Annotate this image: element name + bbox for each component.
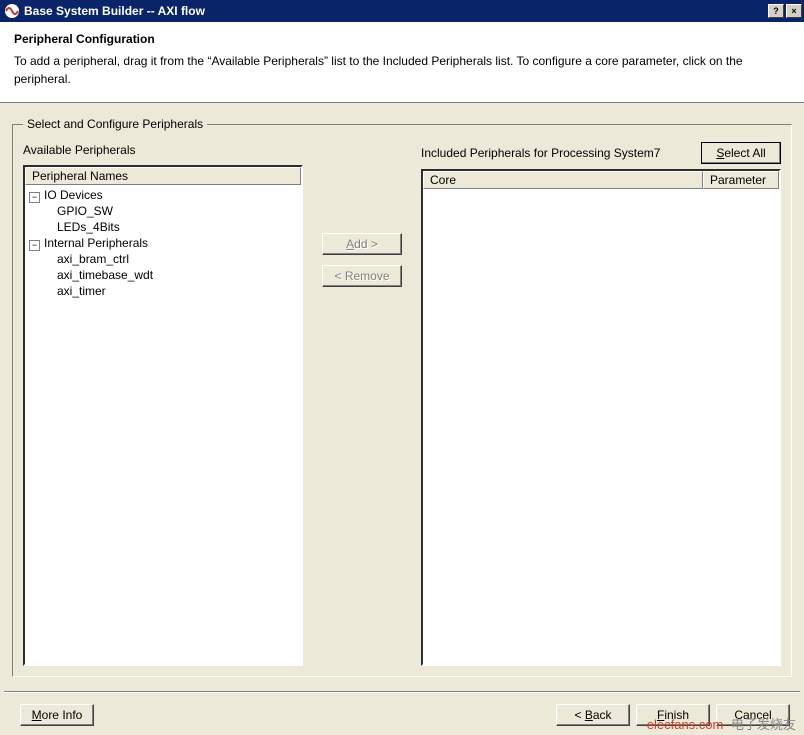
select-all-button[interactable]: Select All <box>701 142 781 164</box>
included-header-core[interactable]: Core <box>423 171 703 189</box>
middle-column: Add > < Remove <box>303 143 421 666</box>
expand-icon[interactable] <box>29 192 40 203</box>
bottom-bar: More Info < Back Finish Cancel <box>0 695 804 735</box>
tree-label: Internal Peripherals <box>44 236 148 250</box>
included-column: Included Peripherals for Processing Syst… <box>421 143 781 666</box>
included-header-row: Core Parameter <box>423 171 779 189</box>
tree-item-axi-timebase-wdt[interactable]: axi_timebase_wdt <box>29 267 297 283</box>
groupbox-legend: Select and Configure Peripherals <box>23 117 207 131</box>
included-panel: Core Parameter <box>421 169 781 666</box>
window-controls: ? × <box>768 4 802 18</box>
tree-group-internal[interactable]: Internal Peripherals <box>29 235 297 251</box>
available-header-names[interactable]: Peripheral Names <box>25 167 301 185</box>
more-info-button[interactable]: More Info <box>20 704 94 726</box>
peripherals-groupbox: Select and Configure Peripherals Availab… <box>12 117 792 677</box>
tree-item-axi-timer[interactable]: axi_timer <box>29 283 297 299</box>
window-title: Base System Builder -- AXI flow <box>24 4 768 18</box>
tree-item-leds-4bits[interactable]: LEDs_4Bits <box>29 219 297 235</box>
available-panel: Peripheral Names IO Devices GPIO_SW LEDs… <box>23 165 303 666</box>
tree-label: axi_bram_ctrl <box>57 252 129 266</box>
available-column: Available Peripherals Peripheral Names I… <box>23 143 303 666</box>
page-title: Peripheral Configuration <box>14 32 790 46</box>
page-description: To add a peripheral, drag it from the “A… <box>14 52 790 88</box>
finish-button[interactable]: Finish <box>636 704 710 726</box>
content-area: Peripheral Configuration To add a periph… <box>0 22 804 735</box>
tree-label: IO Devices <box>44 188 103 202</box>
tree-label: GPIO_SW <box>57 204 113 218</box>
included-list[interactable] <box>423 189 779 666</box>
included-header-parameter[interactable]: Parameter <box>703 171 779 189</box>
included-label: Included Peripherals for Processing Syst… <box>421 146 701 160</box>
add-button[interactable]: Add > <box>322 233 402 255</box>
tree-item-gpio-sw[interactable]: GPIO_SW <box>29 203 297 219</box>
bottom-separator <box>4 691 800 693</box>
available-tree[interactable]: IO Devices GPIO_SW LEDs_4Bits Internal P… <box>25 185 301 301</box>
tree-group-io[interactable]: IO Devices <box>29 187 297 203</box>
back-button[interactable]: < Back <box>556 704 630 726</box>
expand-icon[interactable] <box>29 240 40 251</box>
tree-label: axi_timer <box>57 284 106 298</box>
available-header-row: Peripheral Names <box>25 167 301 185</box>
tree-label: LEDs_4Bits <box>57 220 120 234</box>
header-section: Peripheral Configuration To add a periph… <box>0 22 804 103</box>
tree-item-axi-bram-ctrl[interactable]: axi_bram_ctrl <box>29 251 297 267</box>
remove-button[interactable]: < Remove <box>322 265 402 287</box>
tree-label: axi_timebase_wdt <box>57 268 153 282</box>
cancel-button[interactable]: Cancel <box>716 704 790 726</box>
titlebar: Base System Builder -- AXI flow ? × <box>0 0 804 22</box>
app-icon <box>4 3 20 19</box>
available-label: Available Peripherals <box>23 143 303 159</box>
help-button[interactable]: ? <box>768 4 784 18</box>
close-button[interactable]: × <box>786 4 802 18</box>
